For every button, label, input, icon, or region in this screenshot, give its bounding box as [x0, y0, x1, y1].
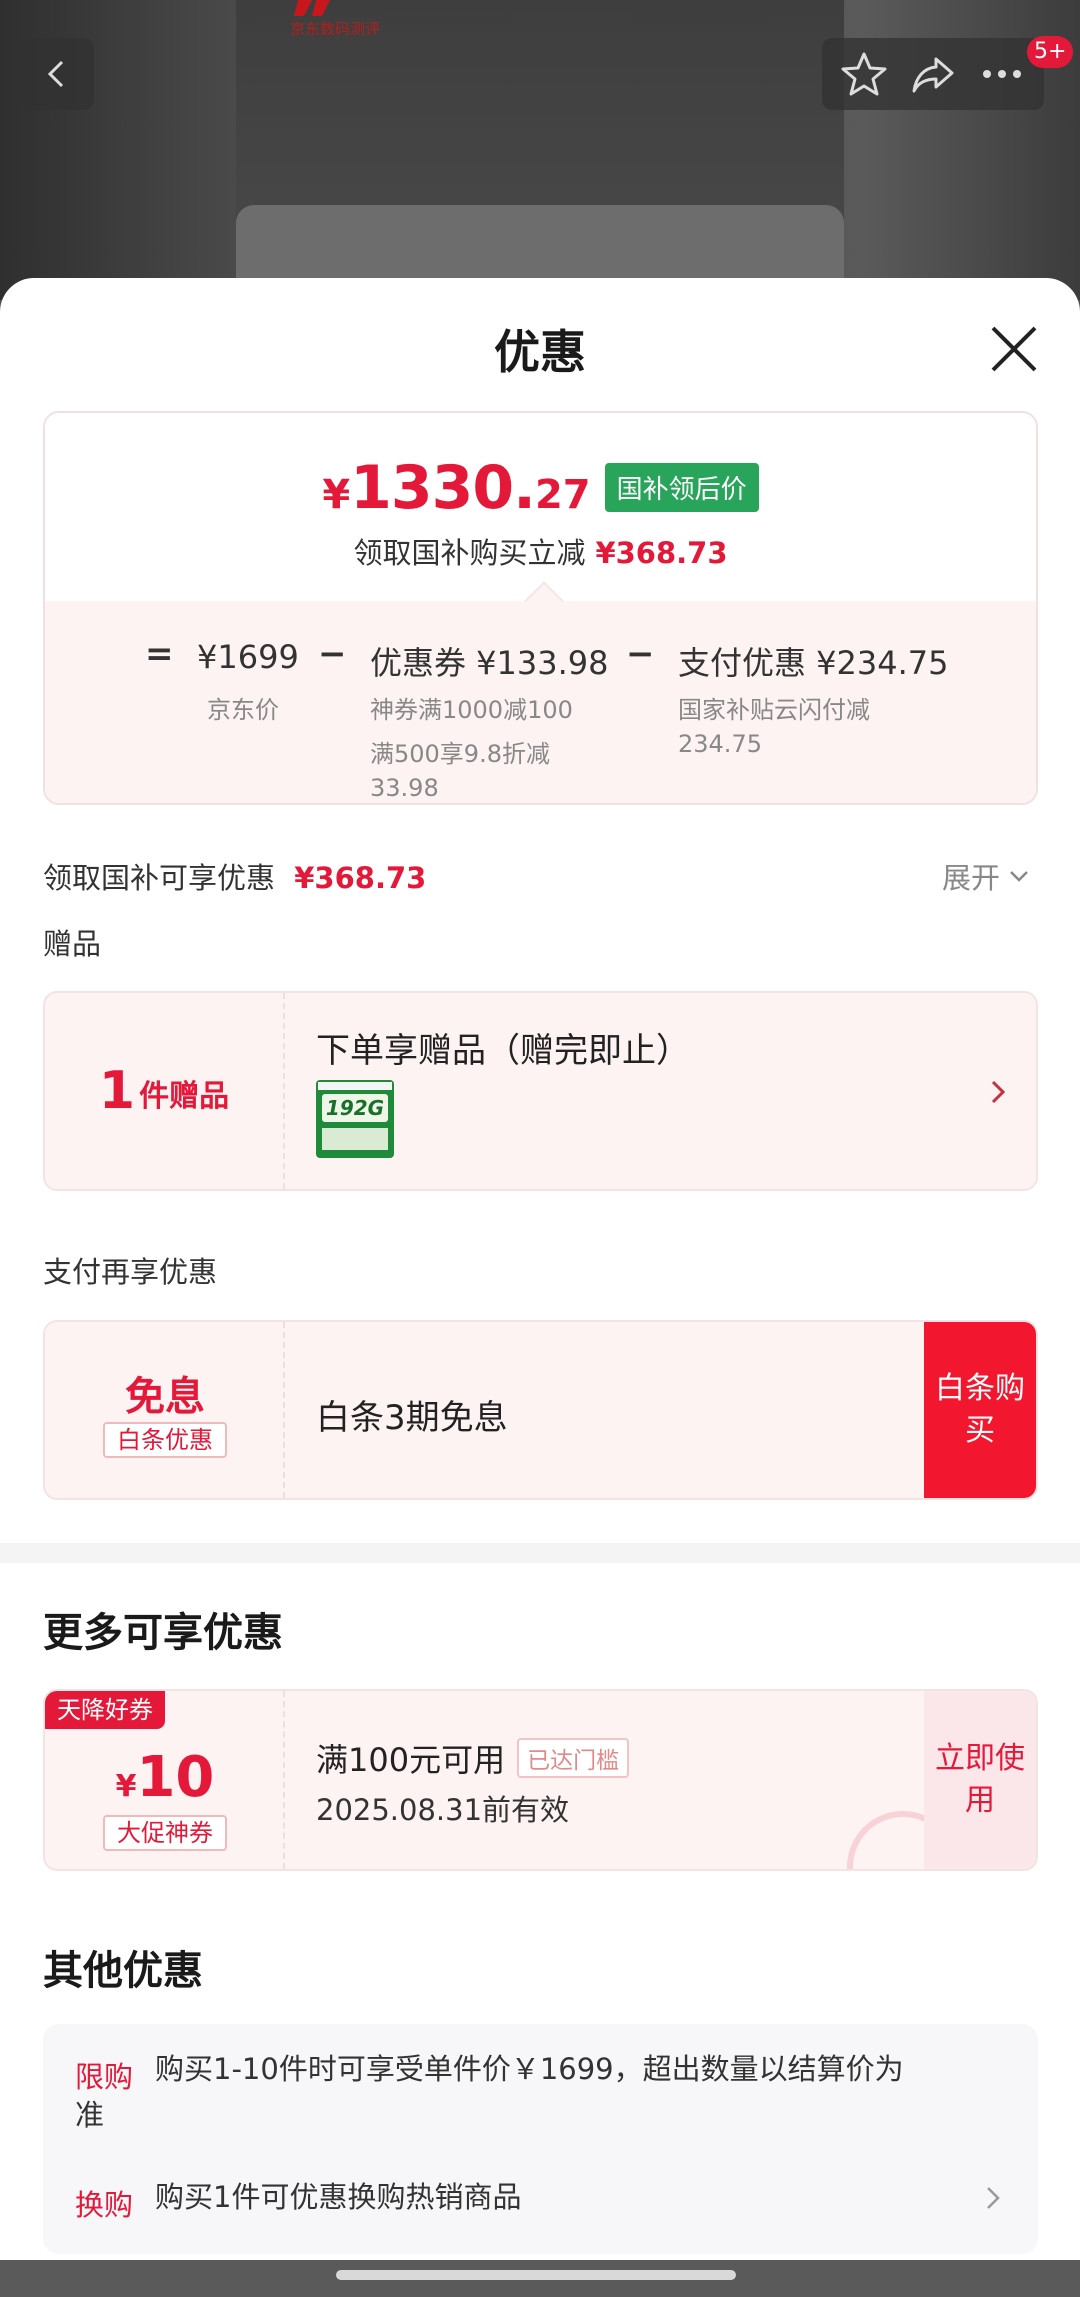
more-button[interactable]: [977, 49, 1027, 99]
use-coupon-button[interactable]: 立即使用: [924, 1691, 1036, 1869]
subsidy-savings-label: 领取国补购买立减: [353, 536, 586, 570]
sheet-title: 优惠: [494, 325, 586, 379]
coupon-total: 优惠券 ¥133.98: [370, 644, 609, 682]
coupon-card: 天降好券 ¥10 大促神券 满100元可用 已达门槛 2025.08.31前有效…: [43, 1689, 1038, 1871]
gift-image-stripe: [322, 1128, 388, 1150]
subsidy-summary-label: 领取国补可享优惠: [43, 861, 276, 895]
baitiao-card: 免息 白条优惠 白条3期免息 白条购买: [43, 1320, 1038, 1500]
baitiao-offer-title: 白条3期免息: [316, 1398, 508, 1438]
close-icon: [991, 326, 1037, 372]
back-button[interactable]: [22, 38, 94, 110]
price-decimal: 27: [534, 472, 591, 518]
favorite-button[interactable]: [839, 49, 889, 99]
coupon-detail-3: 33.98: [370, 774, 439, 802]
home-indicator[interactable]: [336, 2270, 736, 2280]
gift-section-label: 赠品: [43, 927, 102, 961]
price-summary: ¥ 1330. 27 国补领后价 领取国补购买立减 ¥368.73: [45, 413, 1036, 601]
op-minus-2: −: [626, 634, 655, 674]
gift-title: 下单享赠品（赠完即止）: [316, 1031, 690, 1071]
coupon-ribbon: 天降好券: [45, 1691, 165, 1729]
other-offers-title: 其他优惠: [43, 1948, 203, 1994]
purchase-limit-label: 限购: [75, 2060, 134, 2094]
close-button[interactable]: [985, 320, 1043, 378]
share-icon: [912, 57, 954, 93]
gift-sim-card-image: 192G: [316, 1080, 394, 1158]
coupon-tag: 大促神券: [103, 1815, 227, 1851]
coupon-currency: ¥: [115, 1769, 137, 1804]
coupon-value: ¥10: [45, 1745, 285, 1810]
final-price: ¥ 1330. 27 国补领后价: [45, 453, 1036, 523]
logo-text: 京东数码测评: [290, 20, 381, 38]
chevron-left-icon: [47, 60, 64, 88]
more-offers-title: 更多可享优惠: [43, 1610, 283, 1656]
pay-detail-2: 234.75: [678, 730, 762, 758]
coupon-expiry: 2025.08.31前有效: [316, 1793, 570, 1827]
trade-in-text: 购买1件可优惠换购热销商品: [155, 2180, 522, 2214]
trade-in-label: 换购: [75, 2188, 134, 2222]
op-minus-1: −: [318, 634, 347, 674]
threshold-reached-tag: 已达门槛: [517, 1738, 630, 1778]
coupon-detail-2: 满500享9.8折减: [370, 740, 550, 768]
price-currency: ¥: [322, 472, 351, 518]
chevron-down-icon: [1010, 871, 1028, 882]
subsidy-summary: 领取国补可享优惠 ¥368.73: [43, 855, 426, 897]
pay-discount-total: 支付优惠 ¥234.75: [678, 644, 949, 682]
subsidy-summary-amount: ¥368.73: [294, 861, 427, 895]
interest-free-label: 免息: [125, 1374, 205, 1420]
price-integer: 1330.: [350, 453, 536, 523]
subsidy-savings-amount: ¥368.73: [595, 536, 728, 570]
jd-logo-mark-icon: [294, 0, 330, 16]
gift-count: 1 件赠品: [45, 993, 285, 1189]
price-breakdown-card: ¥ 1330. 27 国补领后价 领取国补购买立减 ¥368.73 = ¥1699…: [43, 411, 1038, 805]
coupon-condition: 满100元可用 已达门槛: [316, 1735, 630, 1781]
share-button[interactable]: [908, 49, 958, 99]
other-offers-box: 限购 购买1-10件时可享受单件价￥1699，超出数量以结算价为 准 换购 购买…: [43, 2024, 1038, 2254]
baitiao-tag: 白条优惠: [103, 1422, 227, 1458]
chevron-right-icon: [987, 2187, 1000, 2209]
gift-image-text: 192G: [322, 1094, 388, 1122]
jd-logo: 京东数码测评: [290, 0, 380, 40]
section-divider: [0, 1543, 1080, 1563]
baitiao-badge: 免息 白条优惠: [45, 1322, 285, 1498]
purchase-limit-text-line1: 购买1-10件时可享受单件价￥1699，超出数量以结算价为: [155, 2052, 904, 2086]
gift-count-unit: 件赠品: [139, 1079, 230, 1114]
baitiao-buy-button[interactable]: 白条购买: [924, 1322, 1036, 1498]
expand-label: 展开: [942, 861, 1001, 895]
notification-badge: 5+: [1027, 36, 1074, 68]
more-dots-icon: [982, 70, 1021, 78]
coupon-amount: 10: [136, 1745, 215, 1810]
op-equal: =: [145, 634, 174, 674]
gift-image-header: [318, 1082, 392, 1090]
pay-detail-1: 国家补贴云闪付减: [678, 696, 870, 724]
expand-button[interactable]: 展开: [942, 855, 1030, 897]
coupon-condition-text: 满100元可用: [316, 1741, 506, 1779]
pay-section-label: 支付再享优惠: [43, 1255, 218, 1289]
coupon-value-block: 天降好券 ¥10 大促神券: [45, 1691, 285, 1869]
subsidy-price-tag: 国补领后价: [604, 463, 759, 512]
coupon-detail-1: 神券满1000减100: [370, 696, 573, 724]
subsidy-savings: 领取国补购买立减 ¥368.73: [45, 530, 1036, 572]
gift-card[interactable]: 1 件赠品 下单享赠品（赠完即止） 192G: [43, 991, 1038, 1191]
discount-sheet: 优惠 ¥ 1330. 27 国补领后价 领取国补购买立减 ¥368.73 = ¥1…: [0, 278, 1080, 2297]
jd-price-label: 京东价: [207, 696, 279, 724]
jd-price: ¥1699: [197, 638, 299, 676]
top-action-bar: [822, 38, 1044, 110]
purchase-limit-text-line2: 准: [75, 2098, 105, 2132]
gift-count-number: 1: [98, 1061, 136, 1121]
star-icon: [841, 52, 887, 96]
chevron-right-icon: [991, 1080, 1006, 1104]
